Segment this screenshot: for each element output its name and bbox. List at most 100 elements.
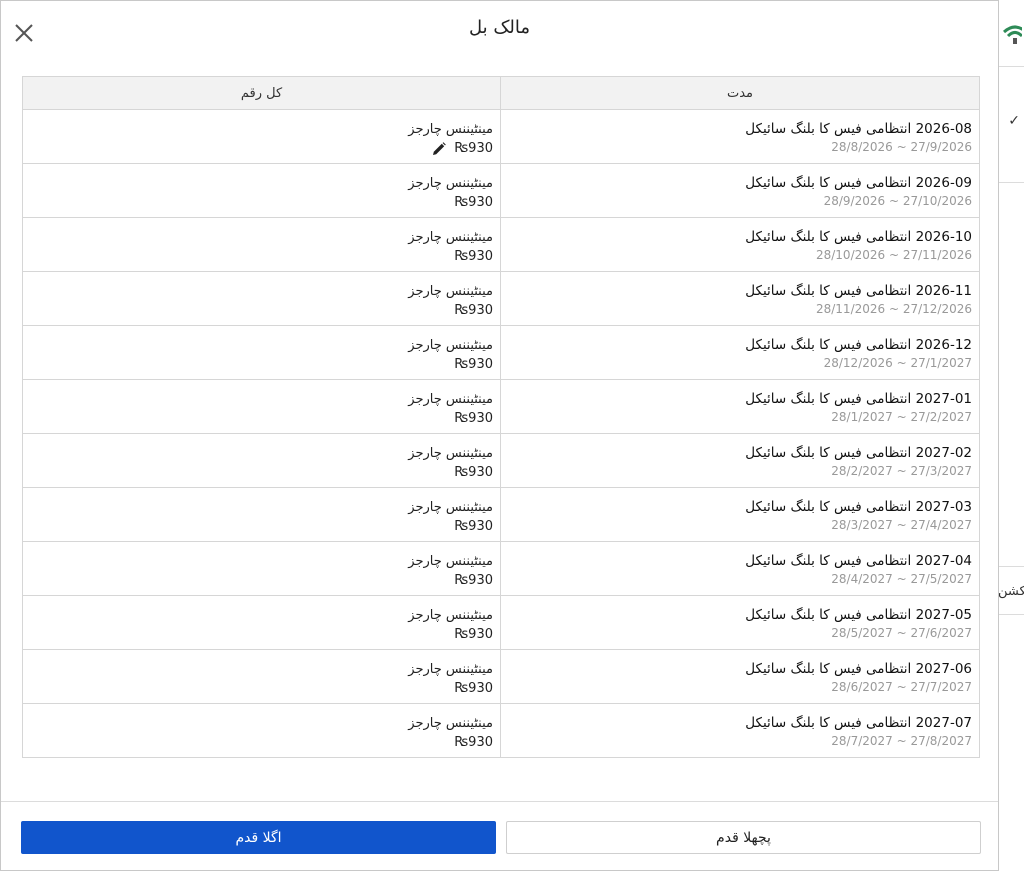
charge-amount-line: ₨930 [30, 572, 493, 589]
billing-cycle-date-range: 28/3/2027 ~ 27/4/2027 [831, 518, 972, 532]
table-row: 2026-11 انتظامی فیس کا بلنگ سائیکل 28/11/… [23, 271, 979, 326]
billing-cycle-date-range: 28/6/2027 ~ 27/7/2027 [831, 680, 972, 694]
table-row: 2026-10 انتظامی فیس کا بلنگ سائیکل 28/10/… [23, 217, 979, 272]
charge-label: مینٹیننس چارجز [408, 608, 493, 623]
dialog-title: مالک بل [468, 17, 531, 38]
charge-label: مینٹیننس چارجز [408, 338, 493, 353]
billing-cycle-title: 2027-02 انتظامی فیس کا بلنگ سائیکل [745, 445, 972, 461]
amount-cell: مینٹیننس چارجز ₨930 [23, 163, 501, 218]
amount-cell: مینٹیننس چارجز ₨930 [23, 487, 501, 542]
period-cell: 2026-09 انتظامی فیس کا بلنگ سائیکل 28/9/2… [500, 163, 979, 218]
period-cell: 2027-06 انتظامی فیس کا بلنگ سائیکل 28/6/2… [500, 649, 979, 704]
billing-cycle-date-range: 28/10/2026 ~ 27/11/2026 [815, 248, 972, 262]
table-row: 2027-03 انتظامی فیس کا بلنگ سائیکل 28/3/2… [23, 487, 979, 542]
billing-cycle-title: 2027-06 انتظامی فیس کا بلنگ سائیکل [745, 661, 972, 677]
charge-label: مینٹیننس چارجز [408, 284, 493, 299]
charge-amount: ₨930 [454, 573, 493, 588]
billing-cycle-title: 2027-03 انتظامی فیس کا بلنگ سائیکل [745, 499, 972, 515]
charge-amount-line: ₨930 [30, 464, 493, 481]
charge-amount-line: ₨930 [30, 734, 493, 751]
amount-cell: مینٹیننس چارجز ₨930 [23, 379, 501, 434]
amount-cell: مینٹیننس چارجز ₨930 [23, 649, 501, 704]
table-row: 2026-12 انتظامی فیس کا بلنگ سائیکل 28/12/… [23, 325, 979, 380]
billing-cycle-date-range: 28/4/2027 ~ 27/5/2027 [831, 572, 972, 586]
background-divider [998, 66, 1024, 67]
table-row: 2027-07 انتظامی فیس کا بلنگ سائیکل 28/7/2… [23, 703, 979, 757]
charge-amount: ₨930 [454, 195, 493, 210]
table-row: 2027-01 انتظامی فیس کا بلنگ سائیکل 28/1/2… [23, 379, 979, 434]
billing-cycle-date-range: 28/2/2027 ~ 27/3/2027 [831, 464, 972, 478]
billing-cycle-title: 2026-11 انتظامی فیس کا بلنگ سائیکل [745, 283, 972, 299]
charge-amount: ₨930 [454, 141, 493, 156]
charge-amount-line: ₨930 [30, 626, 493, 643]
charge-label: مینٹیننس چارجز [408, 554, 493, 569]
charge-amount: ₨930 [454, 357, 493, 372]
charge-amount-line: ₨930 [30, 680, 493, 697]
period-cell: 2026-12 انتظامی فیس کا بلنگ سائیکل 28/12/… [500, 325, 979, 380]
charge-amount: ₨930 [454, 681, 493, 696]
billing-cycle-date-range: 28/11/2026 ~ 27/12/2026 [815, 302, 972, 316]
period-cell: 2026-10 انتظامی فیس کا بلنگ سائیکل 28/10/… [500, 217, 979, 272]
dialog-header: مالک بل [1, 1, 998, 63]
pencil-icon[interactable] [432, 141, 447, 156]
table-header-row: مدت کل رقم [23, 77, 979, 110]
period-cell: 2027-05 انتظامی فیس کا بلنگ سائیکل 28/5/2… [500, 595, 979, 650]
background-divider [998, 614, 1024, 615]
period-cell: 2026-11 انتظامی فیس کا بلنگ سائیکل 28/11/… [500, 271, 979, 326]
amount-cell: مینٹیننس چارجز ₨930 [23, 271, 501, 326]
billing-cycle-date-range: 28/1/2027 ~ 27/2/2027 [831, 410, 972, 424]
billing-cycle-title: 2027-07 انتظامی فیس کا بلنگ سائیکل [745, 715, 972, 731]
background-divider [998, 566, 1024, 567]
wifi-icon [1000, 20, 1022, 46]
check-icon: ✓ [1008, 113, 1020, 129]
table-row: 2027-04 انتظامی فیس کا بلنگ سائیکل 28/4/2… [23, 541, 979, 596]
table-row: 2027-06 انتظامی فیس کا بلنگ سائیکل 28/6/2… [23, 649, 979, 704]
table-row: 2026-08 انتظامی فیس کا بلنگ سائیکل 28/8/2… [23, 109, 979, 164]
period-cell: 2027-02 انتظامی فیس کا بلنگ سائیکل 28/2/2… [500, 433, 979, 488]
charge-amount-line: ₨930 [30, 356, 493, 373]
table-row: 2027-05 انتظامی فیس کا بلنگ سائیکل 28/5/2… [23, 595, 979, 650]
charge-amount: ₨930 [454, 303, 493, 318]
header-period: مدت [500, 77, 979, 110]
period-cell: 2027-04 انتظامی فیس کا بلنگ سائیکل 28/4/2… [500, 541, 979, 596]
billing-cycle-date-range: 28/9/2026 ~ 27/10/2026 [823, 194, 972, 208]
period-cell: 2027-07 انتظامی فیس کا بلنگ سائیکل 28/7/2… [500, 703, 979, 757]
charge-label: مینٹیننس چارجز [408, 716, 493, 731]
charge-label: مینٹیننس چارجز [408, 446, 493, 461]
background-page: ✓ سیکشن [998, 0, 1024, 873]
billing-cycle-title: 2026-12 انتظامی فیس کا بلنگ سائیکل [745, 337, 972, 353]
amount-cell: مینٹیننس چارجز ₨930 [23, 433, 501, 488]
billing-cycle-date-range: 28/8/2026 ~ 27/9/2026 [831, 140, 972, 154]
billing-cycle-title: 2026-10 انتظامی فیس کا بلنگ سائیکل [745, 229, 972, 245]
charge-label: مینٹیننس چارجز [408, 662, 493, 677]
charge-label: مینٹیننس چارجز [408, 230, 493, 245]
billing-cycle-date-range: 28/7/2027 ~ 27/8/2027 [831, 734, 972, 748]
table-row: 2026-09 انتظامی فیس کا بلنگ سائیکل 28/9/2… [23, 163, 979, 218]
charge-amount: ₨930 [454, 627, 493, 642]
period-cell: 2027-01 انتظامی فیس کا بلنگ سائیکل 28/1/2… [500, 379, 979, 434]
billing-cycle-date-range: 28/12/2026 ~ 27/1/2027 [823, 356, 972, 370]
previous-step-button[interactable]: پچھلا قدم [506, 821, 981, 854]
charge-amount: ₨930 [454, 735, 493, 750]
period-cell: 2027-03 انتظامی فیس کا بلنگ سائیکل 28/3/2… [500, 487, 979, 542]
charge-amount: ₨930 [454, 411, 493, 426]
charge-amount-line: ₨930 [30, 302, 493, 319]
amount-cell: مینٹیننس چارجز ₨930 [23, 217, 501, 272]
charge-amount-line: ₨930 [30, 194, 493, 211]
bill-table: مدت کل رقم 2026-08 انتظامی فیس کا بلنگ س… [22, 76, 980, 758]
charge-label: مینٹیننس چارجز [408, 176, 493, 191]
next-step-button[interactable]: اگلا قدم [21, 821, 496, 854]
charge-label: مینٹیننس چارجز [408, 500, 493, 515]
billing-cycle-title: 2026-08 انتظامی فیس کا بلنگ سائیکل [745, 121, 972, 137]
amount-cell: مینٹیننس چارجز ₨930 [23, 109, 501, 164]
background-section-label: سیکشن [998, 584, 1024, 599]
billing-cycle-title: 2027-01 انتظامی فیس کا بلنگ سائیکل [745, 391, 972, 407]
header-amount: کل رقم [23, 77, 501, 110]
billing-cycle-title: 2026-09 انتظامی فیس کا بلنگ سائیکل [745, 175, 972, 191]
billing-cycle-title: 2027-05 انتظامی فیس کا بلنگ سائیکل [745, 607, 972, 623]
charge-amount-line: ₨930 [30, 248, 493, 265]
charge-label: مینٹیننس چارجز [408, 122, 493, 137]
period-cell: 2026-08 انتظامی فیس کا بلنگ سائیکل 28/8/2… [500, 109, 979, 164]
amount-cell: مینٹیننس چارجز ₨930 [23, 541, 501, 596]
dialog-footer: اگلا قدم پچھلا قدم [1, 801, 998, 872]
